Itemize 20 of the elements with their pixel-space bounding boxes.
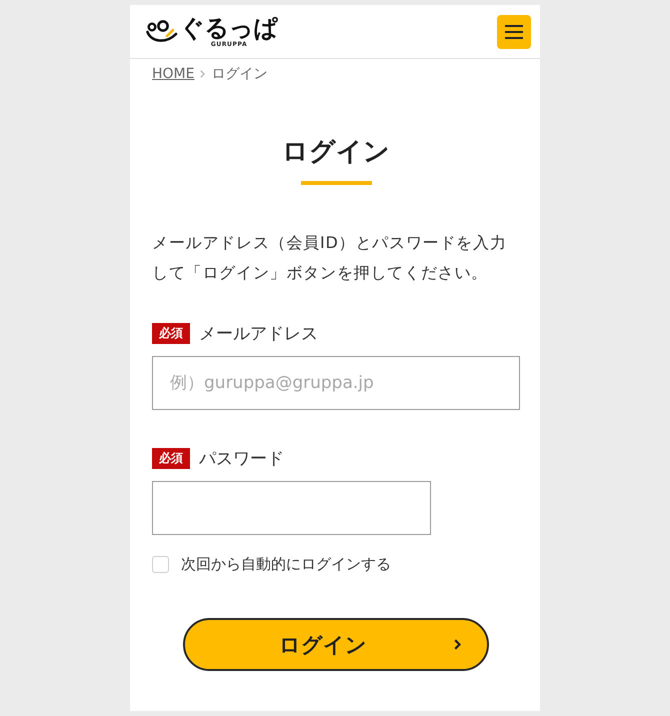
chevron-icon [454,639,461,650]
title-accent-bar [300,181,372,185]
required-badge: 必須 [152,322,190,344]
field-label: メールアドレス [199,322,318,344]
page-title: ログイン [281,137,391,167]
breadcrumb-link[interactable]: HOME [152,64,194,84]
email-field[interactable]: 例）guruppa@gruppa.jp [152,356,520,410]
password-field[interactable] [152,481,431,535]
field-label: パスワード [199,448,284,470]
menu-button[interactable] [497,14,531,48]
logo-text: ぐるっぱ [180,15,278,41]
logo-mark-icon [146,18,178,44]
intro-text: メールアドレス（会員ID）とパスワードを入力して「ログイン」ボタンを押してください。 [152,232,508,284]
required-badge: 必須 [152,448,190,468]
checkbox-label: 次回から自動的にログインする [181,554,391,574]
chevron-icon [200,70,206,78]
current-page-label: ログイン [211,65,268,84]
login-button[interactable]: ログイン [183,618,489,671]
checkbox[interactable] [152,556,169,572]
menu-icon [505,24,523,40]
